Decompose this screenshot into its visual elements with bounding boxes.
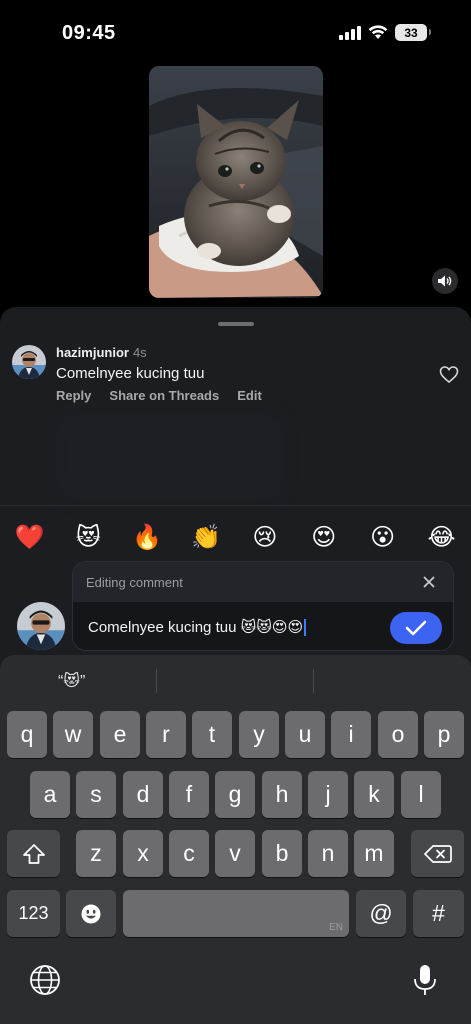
suggestion-item[interactable]: “😻” [58, 671, 85, 691]
key-z[interactable]: z [76, 830, 116, 877]
post-media-kitten-photo[interactable] [149, 66, 323, 298]
editing-comment-label: Editing comment [86, 574, 183, 590]
edit-comment-box: Editing comment Comelnyee kucing tuu 😻😻😍… [72, 561, 454, 651]
checkmark-icon [405, 620, 427, 636]
suggestion-separator [313, 669, 314, 693]
edit-button[interactable]: Edit [237, 388, 262, 403]
comment-text: Comelnyee kucing tuu [56, 365, 205, 382]
reaction-clap[interactable]: 👏 [186, 523, 226, 552]
status-bar: 09:45 33 [0, 0, 471, 60]
key-e[interactable]: e [100, 711, 140, 758]
reaction-heart-eyes[interactable]: 😍 [304, 523, 344, 552]
quick-reactions-bar: ❤️ 😻 🔥 👏 😢 😍 😮 😂 [0, 514, 471, 560]
kitten-photo-image [149, 66, 323, 298]
comment-edit-input[interactable]: Comelnyee kucing tuu 😻😻😍😍 [88, 618, 307, 636]
shift-key[interactable] [7, 830, 60, 877]
key-x[interactable]: x [123, 830, 163, 877]
key-b[interactable]: b [262, 830, 302, 877]
user-avatar-image [17, 602, 65, 650]
battery-indicator: 33 [395, 24, 431, 41]
share-on-threads-button[interactable]: Share on Threads [109, 388, 219, 403]
reaction-fire[interactable]: 🔥 [127, 523, 167, 552]
comment-edit-value: Comelnyee kucing tuu 😻😻😍😍 [88, 619, 304, 636]
reaction-heart[interactable]: ❤️ [9, 523, 49, 552]
user-avatar-image [12, 345, 46, 379]
microphone-icon[interactable] [408, 963, 442, 997]
reaction-crying[interactable]: 😢 [245, 523, 285, 552]
text-caret [304, 618, 307, 636]
suggestion-separator [156, 669, 157, 693]
space-bar[interactable]: EN [123, 890, 349, 937]
keyboard-language-label: EN [329, 922, 343, 933]
cellular-signal-icon [339, 25, 361, 40]
at-key[interactable]: @ [356, 890, 406, 937]
comment-time: 4s [132, 345, 147, 360]
status-time: 09:45 [62, 22, 116, 44]
key-f[interactable]: f [169, 771, 209, 818]
reaction-surprised[interactable]: 😮 [363, 523, 403, 552]
edit-comment-header: Editing comment [73, 562, 453, 602]
system-keyboard: “😻” q w e r t y u i o p a s d f g h j k … [0, 655, 471, 1024]
key-j[interactable]: j [308, 771, 348, 818]
key-s[interactable]: s [76, 771, 116, 818]
backspace-key[interactable] [411, 830, 464, 877]
numbers-key[interactable]: 123 [7, 890, 60, 937]
heart-outline-icon[interactable] [439, 365, 459, 385]
comment-username[interactable]: hazimjunior [56, 345, 129, 360]
avatar[interactable] [12, 345, 46, 379]
key-d[interactable]: d [123, 771, 163, 818]
key-p[interactable]: p [424, 711, 464, 758]
key-i[interactable]: i [331, 711, 371, 758]
key-l[interactable]: l [401, 771, 441, 818]
save-edit-button[interactable] [390, 612, 442, 644]
sound-toggle-button[interactable] [432, 268, 458, 294]
shift-icon [22, 843, 45, 864]
globe-icon[interactable] [28, 963, 62, 997]
key-k[interactable]: k [354, 771, 394, 818]
key-y[interactable]: y [239, 711, 279, 758]
comment-actions: Reply Share on Threads Edit [56, 388, 262, 403]
reaction-laughing[interactable]: 😂 [422, 523, 462, 552]
key-w[interactable]: w [53, 711, 93, 758]
key-r[interactable]: r [146, 711, 186, 758]
key-v[interactable]: v [215, 830, 255, 877]
wifi-icon [368, 25, 388, 39]
key-h[interactable]: h [262, 771, 302, 818]
battery-level: 33 [404, 25, 418, 40]
key-n[interactable]: n [308, 830, 348, 877]
emoji-icon [81, 904, 101, 923]
sheet-grabber[interactable] [218, 322, 254, 326]
key-q[interactable]: q [7, 711, 47, 758]
key-c[interactable]: c [169, 830, 209, 877]
key-a[interactable]: a [30, 771, 70, 818]
hash-key[interactable]: # [413, 890, 464, 937]
blurred-background-content [60, 417, 280, 497]
emoji-key[interactable] [66, 890, 116, 937]
reaction-heart-eyes-cat[interactable]: 😻 [68, 523, 108, 552]
close-icon[interactable] [421, 574, 437, 590]
key-g[interactable]: g [215, 771, 255, 818]
reply-button[interactable]: Reply [56, 388, 91, 403]
key-m[interactable]: m [354, 830, 394, 877]
key-t[interactable]: t [192, 711, 232, 758]
backspace-icon [423, 844, 452, 863]
keyboard-suggestion-bar: “😻” [0, 665, 471, 697]
composer-avatar [17, 602, 65, 650]
status-icons: 33 [339, 24, 431, 41]
speaker-icon [438, 275, 452, 287]
key-u[interactable]: u [285, 711, 325, 758]
divider [0, 505, 471, 506]
comment-header: hazimjunior 4s [56, 345, 147, 360]
key-o[interactable]: o [378, 711, 418, 758]
